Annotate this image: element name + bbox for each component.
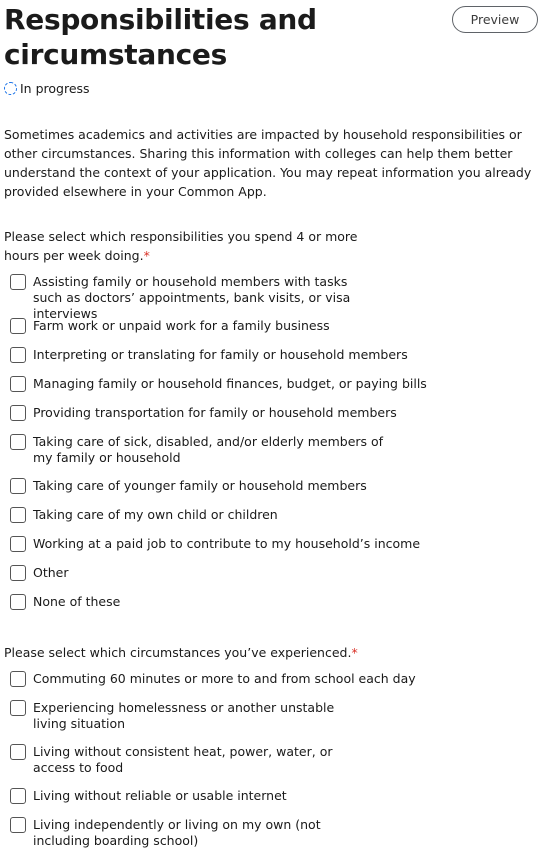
circumstance-option[interactable]: Living independently or living on my own… xyxy=(10,817,368,849)
responsibility-option[interactable]: Providing transportation for family or h… xyxy=(10,405,397,421)
option-label: Living independently or living on my own… xyxy=(33,817,321,848)
option-label: Commuting 60 minutes or more to and from… xyxy=(33,671,416,686)
checkbox-icon[interactable] xyxy=(10,434,26,450)
option-label: Taking care of my own child or children xyxy=(33,507,278,522)
responsibility-option[interactable]: Farm work or unpaid work for a family bu… xyxy=(10,318,330,334)
option-label: Taking care of younger family or househo… xyxy=(33,478,367,493)
option-label: Working at a paid job to contribute to m… xyxy=(33,536,421,551)
circumstance-option[interactable]: Commuting 60 minutes or more to and from… xyxy=(10,671,416,687)
circumstances-question: Please select which circumstances you’ve… xyxy=(4,643,394,662)
checkbox-icon[interactable] xyxy=(10,536,26,552)
circumstance-option[interactable]: Living without reliable or usable intern… xyxy=(10,788,287,804)
responsibility-option[interactable]: Other xyxy=(10,565,69,581)
page-title: Responsibilities and circumstances xyxy=(4,3,317,71)
option-label: Other xyxy=(33,565,69,580)
option-label: Living without consistent heat, power, w… xyxy=(33,744,333,775)
option-label: Farm work or unpaid work for a family bu… xyxy=(33,318,330,333)
responsibility-option[interactable]: Managing family or household finances, b… xyxy=(10,376,427,392)
responsibility-option[interactable]: Working at a paid job to contribute to m… xyxy=(10,536,420,552)
intro-text: Sometimes academics and activities are i… xyxy=(4,127,532,199)
option-label: Living without reliable or usable intern… xyxy=(33,788,287,803)
checkbox-icon[interactable] xyxy=(10,376,26,392)
circumstance-option[interactable]: Experiencing homelessness or another uns… xyxy=(10,700,368,732)
checkbox-icon[interactable] xyxy=(10,274,26,290)
checkbox-icon[interactable] xyxy=(10,788,26,804)
responsibilities-question-text: Please select which responsibilities you… xyxy=(4,229,358,263)
checkbox-icon[interactable] xyxy=(10,507,26,523)
checkbox-icon[interactable] xyxy=(10,817,26,833)
status-text: In progress xyxy=(20,81,90,96)
responsibilities-question: Please select which responsibilities you… xyxy=(4,227,394,265)
preview-button[interactable]: Preview xyxy=(452,6,538,33)
responsibility-option[interactable]: Taking care of sick, disabled, and/or el… xyxy=(10,434,393,466)
responsibility-option[interactable]: Interpreting or translating for family o… xyxy=(10,347,408,363)
responsibility-option[interactable]: None of these xyxy=(10,594,120,610)
circumstances-question-text: Please select which circumstances you’ve… xyxy=(4,645,352,660)
option-label: Interpreting or translating for family o… xyxy=(33,347,408,362)
checkbox-icon[interactable] xyxy=(10,478,26,494)
checkbox-icon[interactable] xyxy=(10,671,26,687)
checkbox-icon[interactable] xyxy=(10,565,26,581)
required-marker: * xyxy=(351,645,358,660)
option-label: Providing transportation for family or h… xyxy=(33,405,397,420)
required-marker: * xyxy=(143,248,150,263)
responsibility-option[interactable]: Assisting family or household members wi… xyxy=(10,274,378,322)
option-label: Assisting family or household members wi… xyxy=(33,274,351,321)
status-indicator: In progress xyxy=(4,81,90,96)
option-label: None of these xyxy=(33,594,121,609)
checkbox-icon[interactable] xyxy=(10,347,26,363)
option-label: Managing family or household finances, b… xyxy=(33,376,427,391)
option-label: Taking care of sick, disabled, and/or el… xyxy=(33,434,384,465)
checkbox-icon[interactable] xyxy=(10,744,26,760)
checkbox-icon[interactable] xyxy=(10,700,26,716)
checkbox-icon[interactable] xyxy=(10,318,26,334)
checkbox-icon[interactable] xyxy=(10,594,26,610)
responsibility-option[interactable]: Taking care of younger family or househo… xyxy=(10,478,367,494)
circumstance-option[interactable]: Living without consistent heat, power, w… xyxy=(10,744,368,776)
option-label: Experiencing homelessness or another uns… xyxy=(33,700,335,731)
responsibility-option[interactable]: Taking care of my own child or children xyxy=(10,507,278,523)
in-progress-icon xyxy=(4,82,17,95)
checkbox-icon[interactable] xyxy=(10,405,26,421)
